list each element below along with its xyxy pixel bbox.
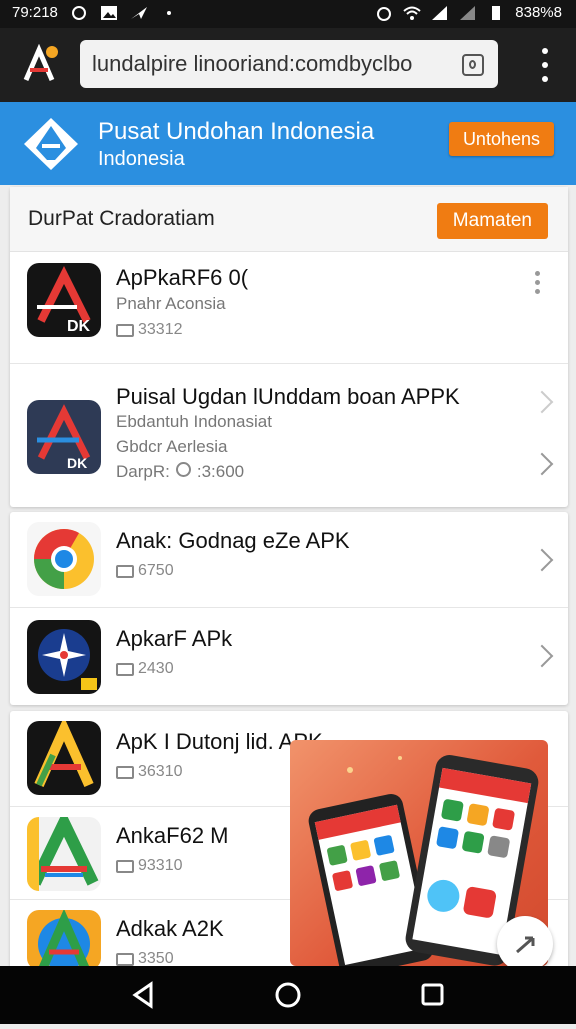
chevron-right-icon[interactable] [530, 548, 554, 572]
tab-switcher-icon[interactable] [462, 54, 484, 76]
compass-star-icon [27, 620, 101, 694]
app-meta-label: DarpR: [116, 462, 170, 481]
download-icon [116, 323, 134, 337]
dot-icon [166, 10, 171, 15]
system-nav-bar [0, 966, 576, 1024]
app-meta-value: :3:600 [196, 462, 245, 481]
share-arrow-icon [516, 936, 535, 954]
download-count-value: 36310 [138, 763, 183, 780]
notification-icon [71, 5, 86, 20]
app-developer: Ebdantuh Indonasiat [116, 412, 272, 431]
chevron-right-icon[interactable] [530, 644, 554, 668]
download-count: 93310 [116, 857, 183, 875]
site-title: Pusat Undohan Indonesia [98, 118, 375, 145]
download-count-value: 33312 [138, 321, 183, 338]
chrome-logo-icon [27, 522, 101, 596]
overflow-menu-icon[interactable] [542, 48, 548, 82]
app-name: ApPkaRF6 0( [116, 265, 249, 290]
download-count-value: 93310 [138, 857, 183, 874]
ak-dk-blue-logo-icon: DK [27, 400, 101, 474]
app-developer: Pnahr Aconsia [116, 294, 226, 313]
svg-text:DK: DK [67, 455, 87, 471]
app-name: Adkak A2K [116, 916, 224, 941]
clock-icon [175, 462, 191, 477]
browser-toolbar: lundalpire linooriand:comdbyclbo [0, 28, 576, 102]
chevron-right-icon[interactable] [530, 390, 554, 414]
svg-text:DK: DK [67, 318, 91, 335]
download-icon [116, 765, 134, 779]
header-button[interactable]: Untohens [448, 122, 554, 156]
recents-icon[interactable] [421, 983, 444, 1006]
app-row[interactable]: DK Puisal Ugdan lUnddam boan APPK Ebdant… [10, 364, 568, 507]
app-row[interactable]: DK ApPkaRF6 0( Pnahr Aconsia 33312 [10, 251, 568, 364]
status-bar: 79:218 838%8 [0, 0, 576, 28]
battery-level: 838%8 [515, 4, 562, 21]
wifi-icon [403, 6, 421, 20]
download-count: 2430 [116, 660, 174, 678]
site-logo-icon[interactable] [22, 116, 80, 172]
green-a-logo-icon [27, 817, 101, 891]
more-options-icon[interactable] [535, 271, 540, 294]
download-icon [116, 564, 134, 578]
alarm-icon [377, 6, 392, 21]
app-name: Puisal Ugdan lUnddam boan APPK [116, 384, 460, 409]
share-fab[interactable] [497, 916, 553, 972]
image-icon [100, 5, 117, 20]
signal-icon-2 [460, 5, 476, 20]
signal-icon [432, 5, 448, 20]
download-count: 33312 [116, 321, 183, 339]
section-title: DurPat Cradoratiam [28, 207, 215, 230]
download-count-value: 6750 [138, 562, 174, 579]
app-name: AnkaF62 M [116, 823, 229, 848]
app-category: Gbdcr Aerlesia [116, 437, 228, 456]
home-icon[interactable] [275, 982, 301, 1008]
browser-logo-icon[interactable] [18, 44, 60, 86]
site-header: Pusat Undohan Indonesia Indonesia Untohe… [0, 102, 576, 185]
app-name: Anak: Godnag eZe APK [116, 528, 350, 553]
download-count-value: 2430 [138, 660, 174, 677]
send-icon [130, 6, 147, 19]
site-subtitle: Indonesia [98, 148, 185, 170]
download-icon [116, 952, 134, 966]
app-list-card-2: Anak: Godnag eZe APK 6750 ApkarF APk 243… [10, 512, 568, 705]
section-button[interactable]: Mamaten [436, 203, 548, 239]
status-time: 79:218 [12, 4, 58, 21]
chevron-right-icon[interactable] [530, 452, 554, 476]
multicolor-a-logo-icon [27, 910, 101, 970]
download-icon [116, 662, 134, 676]
section-header: DurPat Cradoratiam Mamaten [10, 187, 568, 252]
colorful-a-logo-icon [27, 721, 101, 795]
app-name: ApkarF APk [116, 626, 233, 651]
app-row[interactable]: Anak: Godnag eZe APK 6750 [10, 512, 568, 608]
url-input[interactable]: lundalpire linooriand:comdbyclbo [80, 40, 498, 88]
app-list-card-1: DurPat Cradoratiam Mamaten DK ApPkaRF6 0… [10, 187, 568, 507]
download-count: 36310 [116, 763, 183, 781]
battery-icon [492, 5, 501, 20]
ak-dk-logo-icon: DK [27, 263, 101, 337]
app-row[interactable]: ApkarF APk 2430 [10, 608, 568, 705]
back-icon[interactable] [132, 981, 153, 1009]
download-count: 6750 [116, 562, 174, 580]
download-icon [116, 859, 134, 873]
app-meta: DarpR: :3:600 [116, 462, 244, 482]
